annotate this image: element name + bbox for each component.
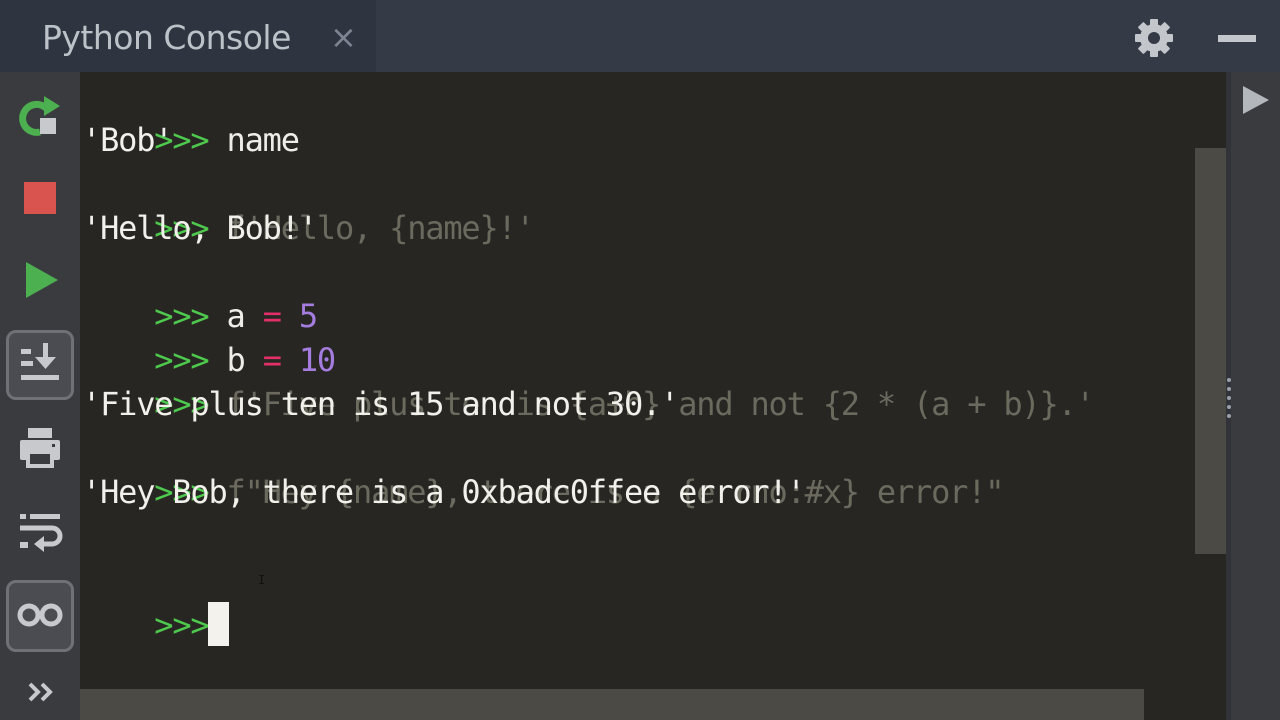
close-icon[interactable]: × [330,18,357,56]
console-line-output: 'Bob' [82,121,174,159]
tab-python-console[interactable]: Python Console × [0,0,376,72]
console-line-input: >>> name [82,74,300,159]
scroll-to-end-icon [21,343,59,380]
rerun-icon [19,96,60,136]
active-input-line[interactable]: >>> [82,559,230,646]
mouse-ibeam-cursor: I [258,573,266,587]
stop-button[interactable] [6,166,74,230]
gear-icon[interactable] [1132,16,1176,60]
console-line-output: 'Hello, Bob!' [82,209,318,247]
scroll-to-end-button[interactable] [6,330,74,400]
play-right-icon[interactable] [1243,86,1269,114]
glasses-icon [17,603,63,627]
play-icon [26,262,58,298]
input-text: name [226,121,300,159]
vertical-scrollbar[interactable] [1195,148,1226,554]
execute-button[interactable] [6,248,74,312]
more-button[interactable] [6,668,74,712]
console-line-input: >>> f'Hello, {name}!' [82,162,535,247]
prompt: >>> [154,606,209,644]
right-side-panel [1226,72,1280,720]
console-line-output: 'Five plus ten is 15 and not 30.' [82,385,679,423]
print-button[interactable] [6,418,74,482]
chevron-double-right-icon [28,682,53,702]
horizontal-scrollbar[interactable] [80,689,1144,720]
printer-icon [20,428,60,468]
show-variables-button[interactable] [6,580,74,652]
console-line-output: 'Hey Bob, there is a 0xbadc0ffee error!' [82,473,806,511]
resize-grip[interactable] [1227,378,1231,423]
console-line-input: >>> b = 10 [82,294,336,379]
console-line-input: >>> f'Five plus ten is {a+b} and not {2 … [82,338,1095,423]
text-cursor [208,602,230,646]
stop-icon [24,182,56,214]
tab-title: Python Console [42,18,291,57]
title-bar: Python Console × [0,0,1280,72]
rerun-button[interactable] [6,84,74,148]
console-line-input: >>> a = 5 [82,250,318,335]
soft-wrap-button[interactable] [6,502,74,566]
soft-wrap-icon [20,514,63,552]
console-line-input: >>> f"Hey {name}, there is a {errno:#x} … [82,426,1004,511]
minimize-icon[interactable] [1218,35,1256,42]
console-toolbar [0,72,80,720]
console-output[interactable]: >>> name 'Bob' >>> f'Hello, {name}!' 'He… [80,72,1226,688]
